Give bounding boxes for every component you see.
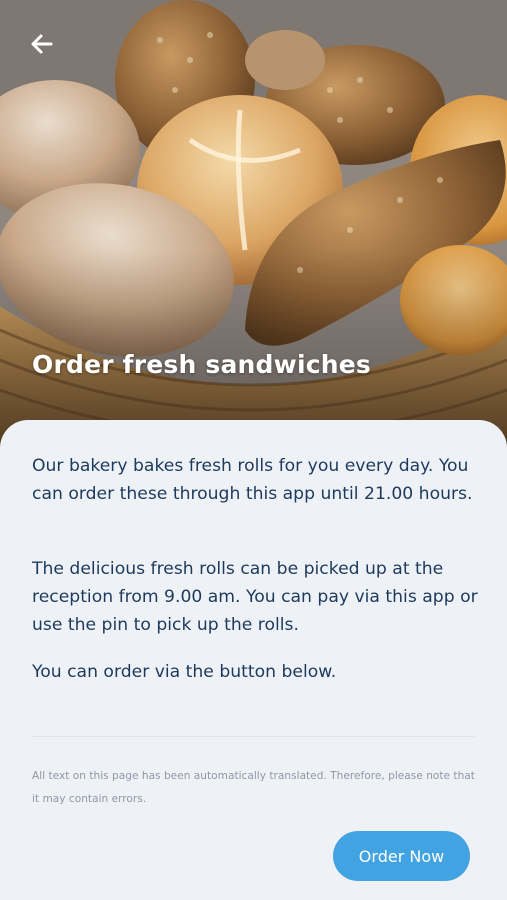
divider (32, 736, 475, 737)
back-button[interactable] (26, 28, 58, 60)
page-title: Order fresh sandwiches (32, 350, 371, 379)
description-paragraph-3: You can order via the button below. (32, 662, 337, 682)
translation-note: All text on this page has been automatic… (32, 770, 475, 805)
description-paragraph-2: The delicious fresh rolls can be picked … (32, 559, 478, 635)
description-paragraph-1: Our bakery bakes fresh rolls for you eve… (32, 456, 473, 504)
order-now-button[interactable]: Order Now (333, 831, 470, 881)
arrow-left-icon (31, 34, 53, 54)
hero-image (0, 0, 507, 450)
